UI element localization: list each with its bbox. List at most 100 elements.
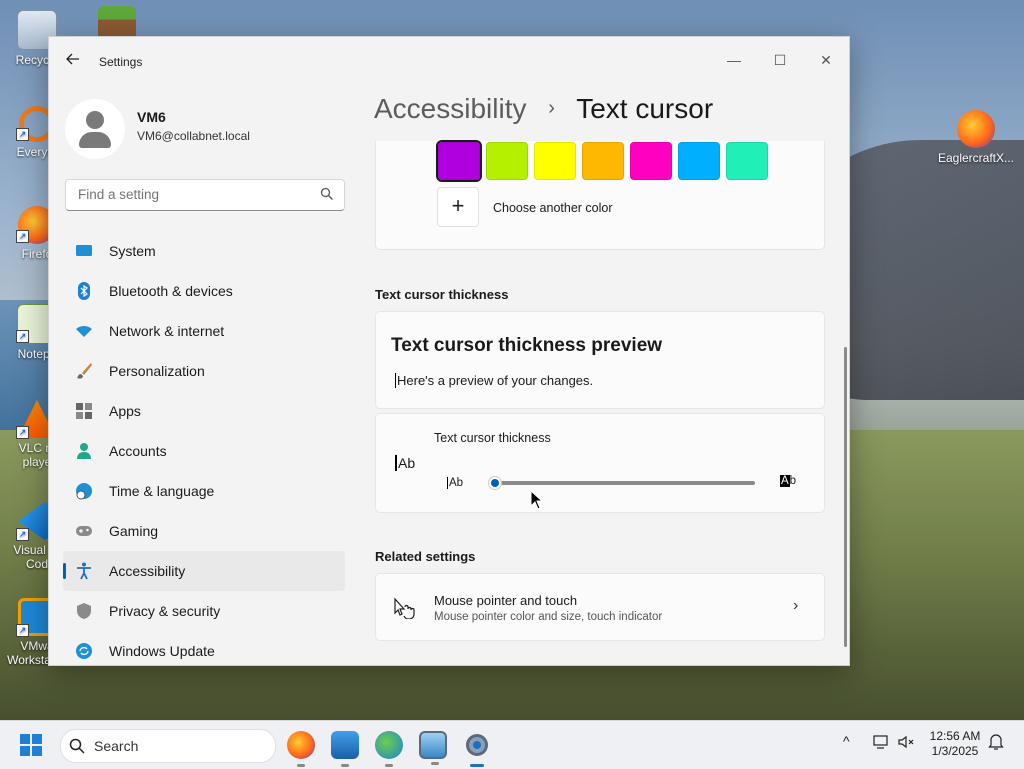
taskbar-network-globe[interactable]: [375, 731, 403, 767]
globe-clock-icon: [76, 483, 92, 500]
avatar-body-icon: [79, 132, 111, 148]
shortcut-arrow-icon: ↗: [16, 330, 29, 343]
thickness-preview-card: [375, 311, 825, 409]
arrow-left-icon: [66, 53, 79, 65]
sidebar-item-privacy-security[interactable]: Privacy & security: [63, 591, 345, 631]
thick-cursor-block: A: [780, 475, 790, 487]
chevron-right-icon: ›: [793, 597, 799, 614]
sidebar-item-personalization[interactable]: Personalization: [63, 351, 345, 391]
network-status-icon[interactable]: [872, 733, 890, 751]
mouse-pointer-touch-subtitle: Mouse pointer color and size, touch indi…: [434, 611, 663, 623]
search-icon: [320, 187, 333, 200]
breadcrumb: Accessibility › Text cursor: [374, 93, 713, 125]
tray-overflow-chevron-icon[interactable]: ^: [843, 733, 850, 749]
close-button[interactable]: ✕: [803, 45, 849, 75]
windows-start-icon[interactable]: [19, 733, 43, 757]
thin-cursor-icon: Ab: [447, 477, 464, 489]
settings-window: Settings — ☐ ✕ VM6 VM6@collabnet.local S…: [48, 36, 850, 666]
shortcut-arrow-icon: ↗: [16, 426, 29, 439]
sidebar-nav: System Bluetooth & devices Network & int…: [63, 231, 345, 671]
notification-bell-icon[interactable]: [988, 733, 1004, 751]
running-indicator: [297, 764, 305, 767]
breadcrumb-parent[interactable]: Accessibility: [374, 93, 526, 124]
app-title: Settings: [99, 55, 143, 69]
sidebar-item-accounts[interactable]: Accounts: [63, 431, 345, 471]
avatar: [65, 99, 125, 159]
taskbar-photos[interactable]: [331, 731, 359, 767]
avatar-head-icon: [86, 111, 104, 129]
content-scrollbar[interactable]: [844, 347, 847, 647]
sidebar-item-accessibility[interactable]: Accessibility: [63, 551, 345, 591]
color-swatch[interactable]: [486, 142, 528, 180]
sidebar-item-bluetooth[interactable]: Bluetooth & devices: [63, 271, 345, 311]
maximize-button[interactable]: ☐: [757, 45, 803, 75]
active-indicator: [470, 764, 484, 767]
sidebar-item-gaming[interactable]: Gaming: [63, 511, 345, 551]
running-indicator: [385, 764, 393, 767]
sidebar-item-network[interactable]: Network & internet: [63, 311, 345, 351]
running-indicator: [341, 764, 349, 767]
taskbar-settings[interactable]: [463, 731, 491, 767]
slider-thumb[interactable]: [488, 476, 502, 490]
desktop-icon-eaglercraft[interactable]: EaglercraftX...: [936, 110, 1016, 165]
taskbar-firefox[interactable]: [287, 731, 315, 767]
user-name: VM6: [137, 109, 166, 125]
page-title: Text cursor: [576, 93, 714, 124]
sidebar-item-apps[interactable]: Apps: [63, 391, 345, 431]
shortcut-arrow-icon: ↗: [16, 624, 29, 637]
shortcut-arrow-icon: ↗: [16, 230, 29, 243]
taskbar-remote-desktop[interactable]: [419, 731, 447, 765]
running-indicator: [431, 762, 439, 765]
wifi-icon: [76, 325, 92, 337]
color-swatch[interactable]: [678, 142, 720, 180]
volume-muted-icon[interactable]: [897, 733, 915, 751]
paintbrush-icon: [77, 363, 92, 379]
minimize-button[interactable]: —: [711, 45, 757, 75]
gamepad-icon: [76, 526, 92, 536]
color-swatch[interactable]: [630, 142, 672, 180]
search-icon: [69, 738, 85, 754]
bluetooth-icon: [78, 282, 90, 300]
breadcrumb-chevron-icon: ›: [548, 97, 555, 119]
mouse-cursor-icon: [530, 490, 544, 510]
sidebar-item-windows-update[interactable]: Windows Update: [63, 631, 345, 671]
color-swatch[interactable]: [534, 142, 576, 180]
thickness-preview-text: Here's a preview of your changes.: [395, 373, 594, 388]
thickness-setting-card: [375, 413, 825, 513]
search-input[interactable]: [76, 186, 310, 203]
mouse-pointer-hand-icon: [394, 597, 415, 619]
find-setting-search[interactable]: [65, 179, 345, 211]
thickness-section-title: Text cursor thickness: [375, 287, 509, 302]
thickness-preview-title: Text cursor thickness preview: [391, 335, 663, 356]
taskbar-search-label: Search: [94, 738, 139, 754]
settings-gear-icon: [466, 734, 488, 756]
system-display-icon: [76, 245, 92, 256]
eaglercraft-icon: [957, 110, 995, 148]
thick-cursor-letter: b: [789, 475, 797, 487]
update-sync-icon: [76, 643, 92, 659]
system-clock[interactable]: 12:56 AM 1/3/2025: [920, 729, 990, 759]
color-swatch[interactable]: [726, 142, 768, 180]
sidebar-item-time-language[interactable]: Time & language: [63, 471, 345, 511]
accessibility-icon: [77, 562, 91, 580]
thickness-slider[interactable]: [488, 476, 755, 490]
thick-cursor-icon: Ab: [780, 475, 796, 487]
shield-icon: [77, 603, 91, 619]
back-button[interactable]: [63, 51, 83, 71]
choose-another-color-label: Choose another color: [493, 201, 613, 215]
sidebar-item-system[interactable]: System: [63, 231, 345, 271]
color-swatch[interactable]: [582, 142, 624, 180]
apps-grid-icon: [76, 403, 92, 419]
color-swatch[interactable]: [436, 140, 482, 182]
user-email: VM6@collabnet.local: [137, 129, 250, 143]
taskbar-search[interactable]: Search: [60, 729, 276, 763]
shortcut-arrow-icon: ↗: [16, 528, 29, 541]
clock-date: 1/3/2025: [931, 744, 979, 758]
title-bar[interactable]: Settings — ☐ ✕: [49, 37, 849, 85]
related-settings-title: Related settings: [375, 549, 476, 564]
shortcut-arrow-icon: ↗: [16, 128, 29, 141]
mouse-pointer-touch-title: Mouse pointer and touch: [434, 593, 578, 608]
taskbar: Search ^ 12:56 AM 1/3/2025: [0, 720, 1024, 769]
choose-another-color-button[interactable]: +: [437, 187, 479, 227]
thickness-setting-label: Text cursor thickness: [434, 431, 551, 445]
